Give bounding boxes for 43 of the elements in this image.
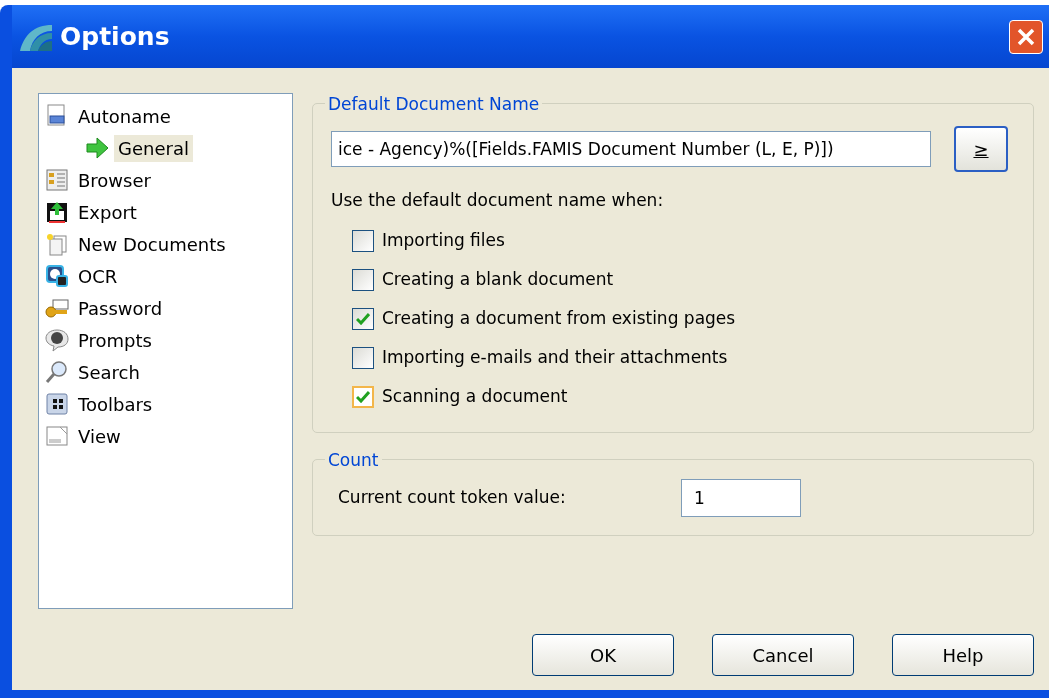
tree-item[interactable]: New Documents [74, 230, 230, 258]
checkbox[interactable] [352, 230, 374, 252]
window-title: Options [60, 20, 170, 53]
toolbar-icon [45, 392, 69, 416]
tree-item[interactable]: Autoname [74, 102, 175, 130]
tree-item[interactable]: Password [74, 294, 167, 322]
tree-item[interactable]: Export [74, 198, 141, 226]
checkbox-label: Importing files [382, 229, 505, 253]
cancel-button[interactable]: Cancel [712, 634, 854, 676]
help-button[interactable]: Help [892, 634, 1034, 676]
checkbox-label: Creating a blank document [382, 268, 614, 292]
checkbox-label: Creating a document from existing pages [382, 307, 736, 331]
upload-icon [45, 200, 69, 224]
tree-item[interactable]: Browser [74, 166, 155, 194]
new-pages-icon [45, 232, 69, 256]
tree-item[interactable]: Toolbars [74, 390, 157, 418]
name-template-field[interactable]: ice - Agency)%([Fields.FAMIS Document Number (L, E, P)]) [331, 131, 931, 167]
tree-item[interactable]: General [114, 134, 193, 162]
key-icon [45, 296, 69, 320]
checkbox-label: Importing e-mails and their attachments [382, 346, 728, 370]
arrow-icon [85, 136, 109, 160]
search-icon [45, 360, 69, 384]
close-icon [1016, 26, 1036, 47]
checkbox-label: Scanning a document [382, 385, 568, 409]
checkmark-icon [356, 313, 370, 325]
checkbox[interactable] [352, 386, 374, 408]
tree-item[interactable]: Search [74, 358, 144, 386]
tree-item[interactable]: View [74, 422, 125, 450]
count-label: Current count token value: [338, 485, 567, 509]
scan-icon [45, 264, 69, 288]
panels-icon [45, 168, 69, 192]
insert-button[interactable]: ≥ [954, 126, 1008, 172]
options-prompt: Use the default document name when: [331, 189, 665, 212]
checkmark-icon [356, 391, 370, 403]
tree-item[interactable]: OCR [74, 262, 122, 290]
window-icon [45, 424, 69, 448]
checkbox[interactable] [352, 269, 374, 291]
close-button[interactable] [1009, 19, 1043, 54]
tree-item[interactable]: Prompts [74, 326, 156, 354]
count-field[interactable]: 1 [681, 478, 801, 517]
checkbox[interactable] [352, 308, 374, 330]
checkbox[interactable] [352, 347, 374, 369]
ok-button[interactable]: OK [532, 634, 674, 676]
